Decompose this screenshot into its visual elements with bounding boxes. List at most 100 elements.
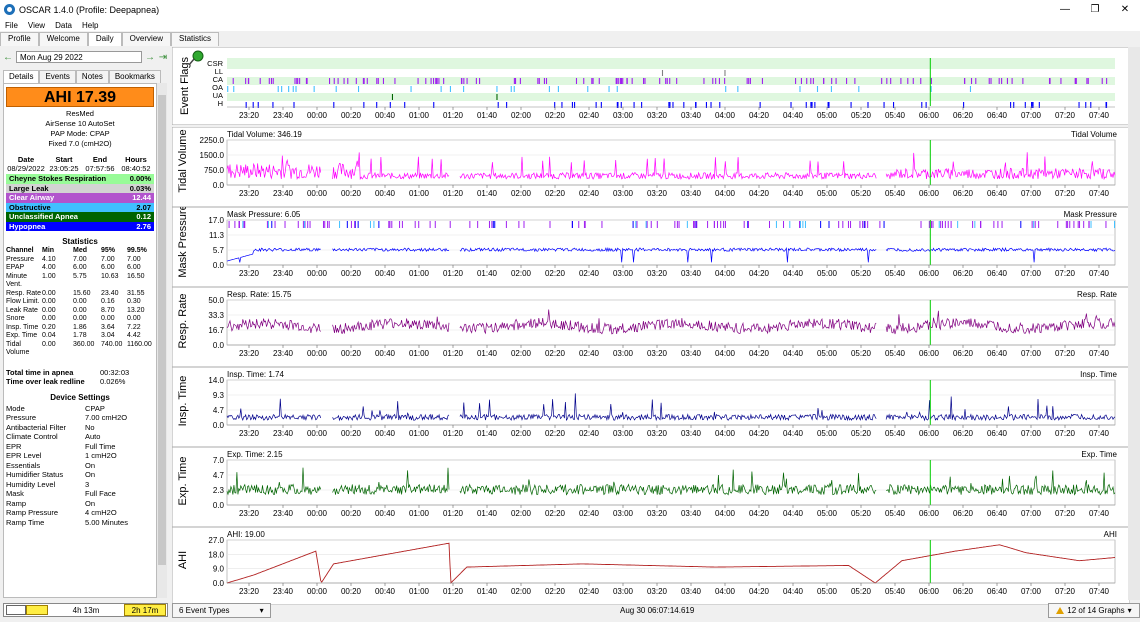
date-navigation: ← Mon Aug 29 2022 → ⇥ — [3, 50, 168, 64]
time-tick-label: 04:00 — [715, 587, 736, 596]
last-day-arrow-icon[interactable]: ⇥ — [158, 52, 168, 63]
time-tick-label: 01:20 — [443, 269, 464, 278]
time-tick-label: 03:20 — [647, 269, 668, 278]
tab-overview[interactable]: Overview — [121, 32, 172, 46]
stats-header: 95% — [101, 247, 116, 254]
setting-row: Humidity Level 3 — [6, 480, 154, 490]
graph-value-label: Resp. Rate: 15.75 — [227, 290, 292, 299]
time-tick-label: 02:20 — [545, 269, 566, 278]
time-tick-label: 07:20 — [1055, 587, 1076, 596]
menu-file[interactable]: File — [0, 21, 23, 30]
event-flag-label: H — [218, 99, 223, 108]
totals: Total time in apnea 00:32:03 Time over lea… — [6, 368, 154, 387]
time-tick-label: 05:20 — [851, 509, 872, 518]
time-tick-label: 07:20 — [1055, 429, 1076, 438]
y-tick-label: 0.0 — [213, 181, 225, 190]
time-tick-label: 02:20 — [545, 587, 566, 596]
time-tick-label: 00:00 — [307, 349, 328, 358]
graph-tidal-volume[interactable]: Tidal Volume Tidal Volume: 346.19 Tidal Vo… — [171, 126, 1131, 208]
time-tick-label: 00:20 — [341, 269, 362, 278]
time-tick-label: 01:40 — [477, 587, 498, 596]
tab-bookmarks[interactable]: Bookmarks — [108, 70, 161, 83]
time-tick-label: 04:00 — [715, 349, 736, 358]
stats-value: 7.22 — [127, 323, 141, 331]
time-tick-label: 00:20 — [341, 111, 362, 120]
stats-value: 0.00 — [42, 298, 56, 305]
time-tick-label: 04:20 — [749, 349, 770, 358]
setting-value: 5.00 Minutes — [85, 517, 128, 527]
total-value: 00:32:03 — [100, 367, 130, 377]
tab-statistics[interactable]: Statistics — [171, 32, 220, 46]
y-tick-label: 750.0 — [204, 166, 225, 175]
close-button[interactable]: ✕ — [1110, 0, 1140, 19]
next-day-arrow-icon[interactable]: → — [145, 52, 155, 63]
index-value: 0.12 — [136, 212, 151, 221]
index-name: Obstructive — [9, 202, 51, 212]
tab-welcome[interactable]: Welcome — [38, 32, 88, 46]
device-info: ResMed AirSense 10 AutoSet PAP Mode: CPA… — [4, 109, 156, 149]
time-tick-label: 03:40 — [681, 587, 702, 596]
graph-svg: Exp. Time Exp. Time: 2.15 Exp. Time 7.0 4.7 2… — [171, 446, 1131, 528]
tab-profile[interactable]: Profile — [0, 32, 39, 46]
session-header: End — [92, 155, 108, 164]
index-row: Cheyne Stokes Respiration 0.00% — [6, 174, 154, 184]
time-bar-white — [6, 605, 26, 615]
stats-value: 0.00 — [73, 306, 87, 314]
time-tick-label: 06:20 — [953, 349, 974, 358]
time-tick-label: 03:00 — [613, 587, 634, 596]
tab-events[interactable]: Events — [39, 70, 76, 83]
graph-legend: Resp. Rate — [1077, 290, 1118, 299]
time-tick-label: 05:20 — [851, 349, 872, 358]
time-tick-label: 04:20 — [749, 587, 770, 596]
time-tick-label: 03:40 — [681, 349, 702, 358]
event-indices: Cheyne Stokes Respiration 0.00% Large Leak… — [6, 174, 154, 231]
stats-value: 0.00 — [101, 315, 115, 322]
date-picker[interactable]: Mon Aug 29 2022 — [16, 51, 142, 63]
time-tick-label: 06:00 — [919, 509, 940, 518]
time-tick-label: 00:40 — [375, 111, 396, 120]
time-tick-label: 05:20 — [851, 111, 872, 120]
menu-bar: File View Data Help — [0, 19, 1140, 31]
time-tick-label: 00:40 — [375, 587, 396, 596]
index-name: Cheyne Stokes Respiration — [9, 174, 107, 183]
stats-channel: Exp. Time — [6, 332, 38, 339]
minimize-button[interactable]: — — [1050, 0, 1080, 19]
graph-ahi[interactable]: AHI AHI: 19.00 AHI 27.0 18.0 9.0 0.0 23:20 23:40… — [171, 526, 1131, 606]
time-tick-label: 06:20 — [953, 269, 974, 278]
y-tick-label: 4.7 — [213, 406, 225, 415]
menu-data[interactable]: Data — [50, 21, 77, 30]
tab-notes[interactable]: Notes — [75, 70, 109, 83]
graphs-scrollbar[interactable] — [1128, 47, 1140, 600]
menu-view[interactable]: View — [23, 21, 50, 30]
setting-name: Antibacterial Filter — [6, 422, 67, 432]
setting-row: Ramp Time 5.00 Minutes — [6, 518, 154, 528]
time-tick-label: 06:00 — [919, 111, 940, 120]
graphs-dropdown[interactable]: 12 of 14 Graphs ▾ — [1048, 603, 1140, 618]
total-label: Total time in apnea — [6, 367, 74, 377]
time-tick-label: 01:20 — [443, 509, 464, 518]
main-tabs: Profile Welcome Daily Overview Statistic… — [0, 32, 220, 46]
details-scrollbar[interactable] — [157, 83, 167, 598]
menu-help[interactable]: Help — [77, 21, 103, 30]
graph-mask-pressure[interactable]: Mask Pressure Mask Pressure: 6.05 Mask Pre… — [171, 204, 1131, 288]
time-tick-label: 01:40 — [477, 269, 498, 278]
graph-insp-time[interactable]: Insp. Time Insp. Time: 1.74 Insp. Time 14.0… — [171, 366, 1131, 448]
time-tick-label: 23:20 — [239, 509, 260, 518]
prev-day-arrow-icon[interactable]: ← — [3, 52, 13, 63]
tab-details[interactable]: Details — [3, 70, 40, 83]
graph-exp-time[interactable]: Exp. Time Exp. Time: 2.15 Exp. Time 7.0 4.7 2… — [171, 446, 1131, 528]
graph-resp-rate[interactable]: Resp. Rate Resp. Rate: 15.75 Resp. Rate 50.… — [171, 286, 1131, 368]
time-tick-label: 05:00 — [817, 509, 838, 518]
event-flags-graph[interactable]: Event Flags CSR LL CA OA UA H 23:20 23:40 00:00 00… — [171, 46, 1131, 126]
time-tick-label: 06:00 — [919, 429, 940, 438]
restore-button[interactable]: ❐ — [1080, 0, 1110, 19]
stats-value: 360.00 — [73, 340, 95, 348]
details-scrollbar-thumb[interactable] — [158, 95, 166, 565]
tab-daily[interactable]: Daily — [87, 32, 122, 46]
time-tick-label: 06:40 — [987, 349, 1008, 358]
pap-mode: PAP Mode: CPAP — [50, 129, 110, 138]
time-tick-label: 05:20 — [851, 429, 872, 438]
event-types-dropdown[interactable]: 6 Event Types ▾ — [172, 603, 271, 618]
time-tick-label: 05:20 — [851, 587, 872, 596]
time-tick-label: 06:00 — [919, 189, 940, 198]
